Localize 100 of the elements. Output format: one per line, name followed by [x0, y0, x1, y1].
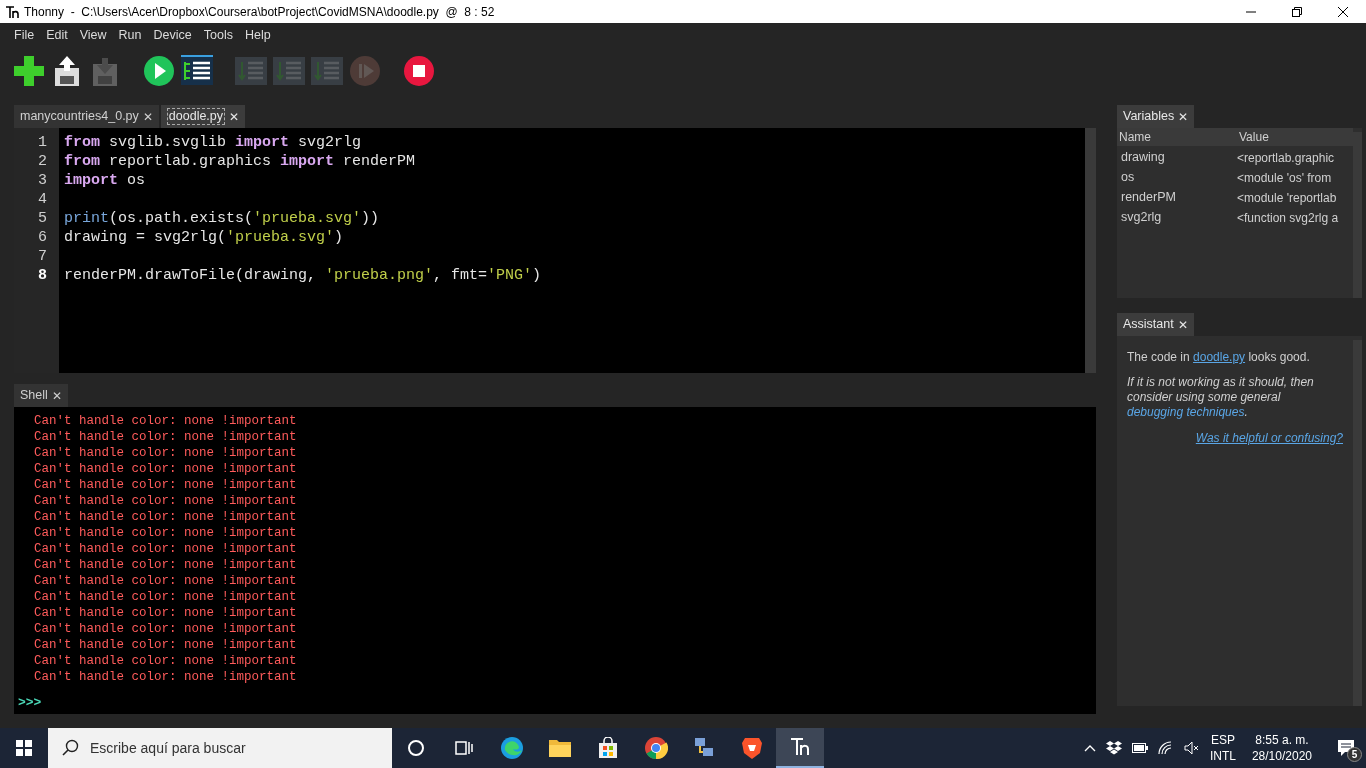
- menu-item[interactable]: Device: [147, 25, 198, 45]
- shell-output-line: Can't handle color: none !important: [34, 541, 297, 557]
- panel-tab[interactable]: doodle.py ✕: [160, 105, 246, 128]
- column-header[interactable]: Value: [1237, 128, 1269, 146]
- code-token: svglib.svglib: [108, 134, 228, 151]
- code-token: reportlab.graphics: [108, 153, 273, 170]
- menu-item[interactable]: Edit: [40, 25, 74, 45]
- tab-label: Variables: [1123, 108, 1175, 126]
- tab-label: doodle.py: [166, 108, 226, 125]
- lion-shield-icon: [741, 736, 763, 760]
- toolbar-button[interactable]: [12, 54, 46, 88]
- chevron-up-icon[interactable]: [1083, 744, 1096, 752]
- shell-output-line: Can't handle color: none !important: [34, 477, 297, 493]
- panel-tab[interactable]: Shell ✕: [14, 384, 68, 407]
- line-number: 7: [38, 247, 47, 266]
- menu-item[interactable]: Tools: [197, 25, 239, 45]
- toolbar-button[interactable]: [142, 54, 176, 88]
- menu-item[interactable]: File: [8, 25, 41, 45]
- shell-output-line: Can't handle color: none !important: [34, 653, 297, 669]
- assistant-hint: If it is not working as it should, then consider using some general debugging techniques.: [1127, 375, 1315, 420]
- variable-value: <module 'reportlab: [1237, 189, 1337, 207]
- variable-name: svg2rlg: [1120, 209, 1163, 227]
- circle-icon: [407, 739, 425, 757]
- clock[interactable]: 8:55 a. m. 28/10/2020: [1251, 732, 1312, 764]
- browser-icon: [644, 736, 668, 760]
- line-number: 2: [38, 152, 47, 171]
- panel-tab[interactable]: Assistant ✕: [1117, 313, 1194, 336]
- variable-value: <reportlab.graphic: [1237, 149, 1335, 167]
- variable-name: os: [1120, 169, 1136, 187]
- thonny-logo-icon: [789, 736, 811, 758]
- line-number: 6: [38, 228, 47, 247]
- shell-output-line: Can't handle color: none !important: [34, 573, 297, 589]
- close-icon[interactable]: ✕: [229, 107, 240, 126]
- menu-item[interactable]: Run: [112, 25, 148, 45]
- line-number: 1: [38, 133, 47, 152]
- play-icon: [142, 54, 176, 88]
- code-token: renderPM.drawToFile(drawing,: [64, 267, 318, 284]
- clock-time: 8:55 a. m.: [1255, 732, 1309, 748]
- menu-item[interactable]: View: [73, 25, 113, 45]
- shell-output-line: Can't handle color: none !important: [34, 605, 297, 621]
- battery-icon[interactable]: [1131, 743, 1148, 753]
- shell-output-line: Can't handle color: none !important: [34, 413, 297, 429]
- notifications-button[interactable]: 5: [1326, 728, 1366, 768]
- panel-tab[interactable]: Variables ✕: [1117, 105, 1195, 128]
- shell-output-line: Can't handle color: none !important: [34, 445, 297, 461]
- shell-prompt: >>>: [18, 693, 42, 712]
- panel-tab[interactable]: manycountries4_0.py ✕: [14, 105, 159, 128]
- step-icon: [310, 54, 344, 88]
- shell-output-line: Can't handle color: none !important: [34, 525, 297, 541]
- code-token: from: [64, 153, 100, 170]
- windows-logo-icon: [16, 740, 32, 756]
- shell-output-line: Can't handle color: none !important: [34, 637, 297, 653]
- step-icon: [272, 54, 306, 88]
- variable-value: <module 'os' from: [1237, 169, 1332, 187]
- code-token: ): [532, 267, 542, 284]
- close-icon[interactable]: ✕: [1178, 107, 1189, 126]
- search-field[interactable]: Escribe aquí para buscar: [48, 728, 392, 768]
- code-token: )): [361, 210, 380, 227]
- variable-name: drawing: [1120, 149, 1166, 167]
- toolbar-button[interactable]: [180, 54, 214, 88]
- step-icon: [234, 54, 268, 88]
- dropbox-icon[interactable]: [1105, 741, 1122, 755]
- toolbar-button[interactable]: [402, 54, 436, 88]
- column-header[interactable]: Name: [1117, 128, 1237, 146]
- line-number: 3: [38, 171, 47, 190]
- shell-console[interactable]: [14, 407, 1096, 714]
- scrollbar[interactable]: [1085, 128, 1096, 373]
- swirl-icon: [500, 736, 524, 760]
- muted-speaker-icon[interactable]: [1183, 741, 1200, 755]
- code-token: 'prueba.png': [325, 267, 434, 284]
- tab-label: manycountries4_0.py: [20, 108, 139, 126]
- code-token: import: [64, 172, 118, 189]
- line-number: 5: [38, 209, 47, 228]
- close-icon[interactable]: ✕: [1177, 315, 1188, 334]
- keyboard-language[interactable]: ESP INTL: [1209, 732, 1236, 764]
- code-token: print: [64, 210, 109, 227]
- code-token: os: [126, 172, 146, 189]
- code-token: 'prueba.svg': [226, 229, 335, 246]
- feedback-link[interactable]: Was it helpful or confusing?: [1195, 431, 1343, 446]
- close-icon[interactable]: ✕: [51, 386, 62, 405]
- shell-output-line: Can't handle color: none !important: [34, 589, 297, 605]
- code-token: 'prueba.svg': [253, 210, 362, 227]
- wifi-icon[interactable]: [1157, 741, 1174, 755]
- code-token: from: [64, 134, 100, 151]
- task-view-icon: [454, 739, 474, 757]
- shell-output-line: Can't handle color: none !important: [34, 509, 297, 525]
- window-title: Thonny - C:\Users\Acer\Dropbox\Coursera\botProject\CovidMSNA\doodle.py @ 8 : 52: [24, 3, 495, 21]
- language-code: ESP: [1210, 732, 1235, 748]
- code-token: renderPM: [342, 153, 416, 170]
- code-token: 'PNG': [487, 267, 533, 284]
- taskbar-app[interactable]: [776, 728, 824, 768]
- menu-item[interactable]: Help: [238, 25, 277, 45]
- list-icon: [180, 54, 214, 88]
- code-token: , fmt=: [433, 267, 488, 284]
- file-link[interactable]: doodle.py: [1193, 350, 1246, 364]
- shell-output-line: Can't handle color: none !important: [34, 493, 297, 509]
- close-icon[interactable]: ✕: [142, 107, 153, 126]
- code-token: import: [235, 134, 290, 151]
- search-icon: [62, 739, 80, 757]
- tab-label: Shell: [20, 387, 48, 405]
